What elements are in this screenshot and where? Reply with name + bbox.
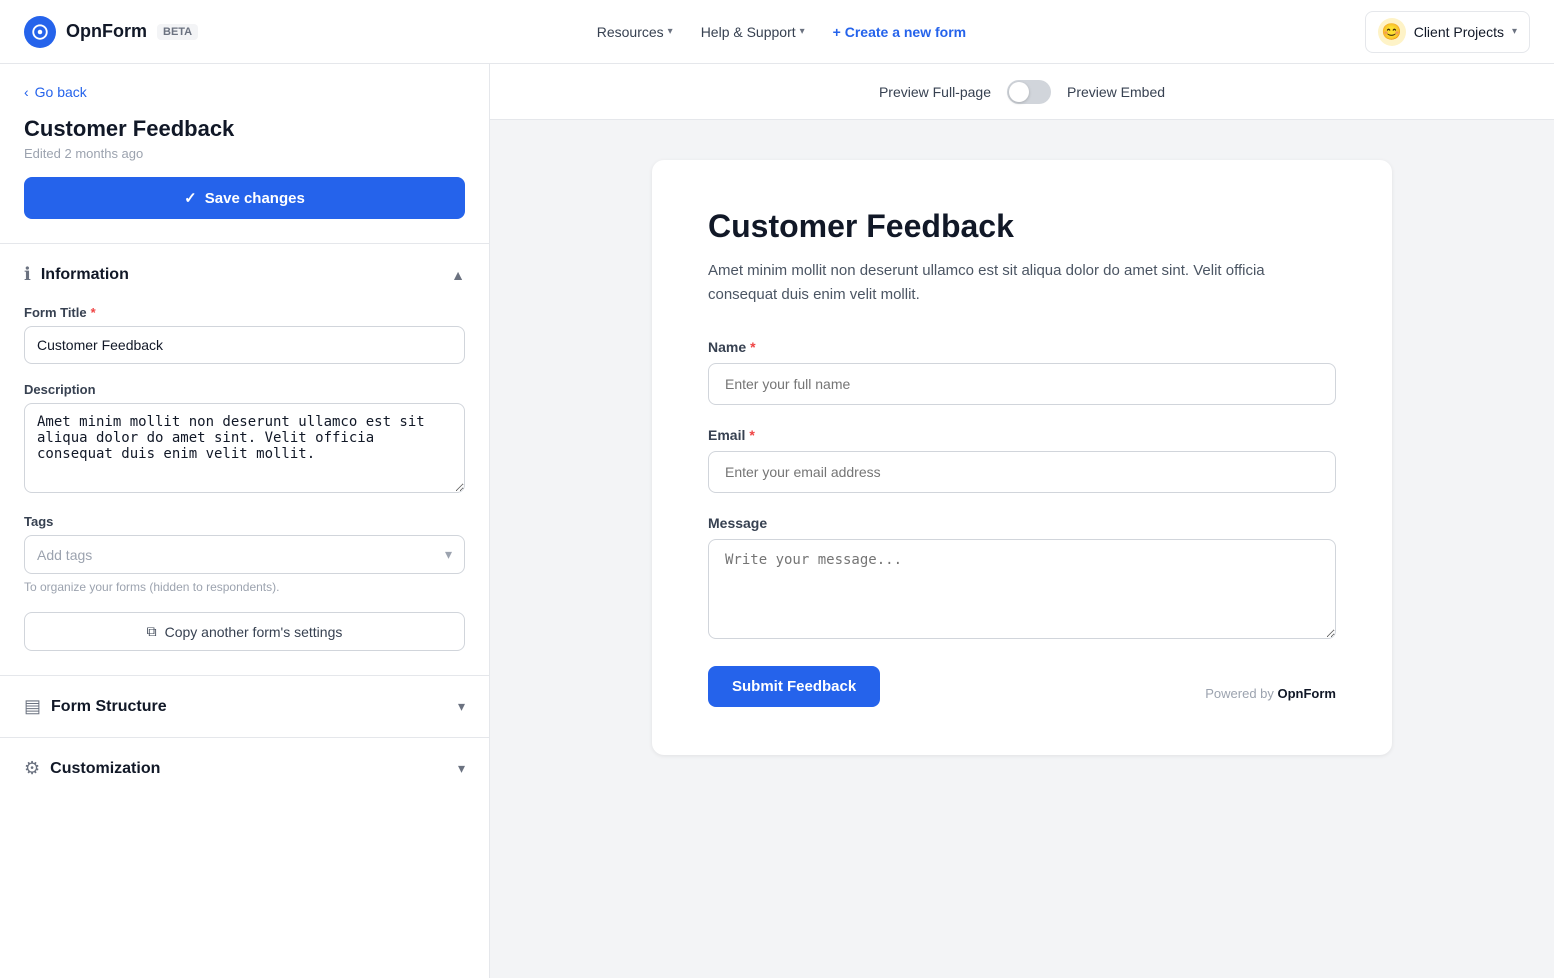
information-section: ℹ Information ▲ Form Title * Description… bbox=[0, 243, 489, 675]
form-card-title: Customer Feedback bbox=[708, 208, 1336, 245]
form-card: Customer Feedback Amet minim mollit non … bbox=[652, 160, 1392, 755]
chevron-down-icon: ▾ bbox=[458, 760, 465, 777]
powered-by: Powered by OpnForm bbox=[1205, 686, 1336, 701]
checkmark-icon: ✓ bbox=[184, 189, 197, 207]
form-title-label: Form Title * bbox=[24, 305, 465, 320]
form-edited-label: Edited 2 months ago bbox=[24, 146, 465, 161]
chevron-down-icon: ▾ bbox=[800, 26, 805, 37]
logo-text: OpnForm bbox=[66, 21, 147, 42]
tags-hint: To organize your forms (hidden to respon… bbox=[24, 580, 465, 594]
preview-full-page-label: Preview Full-page bbox=[879, 84, 991, 100]
name-label: Name * bbox=[708, 339, 1336, 355]
form-card-footer: Submit Feedback Powered by OpnForm bbox=[708, 666, 1336, 707]
sidebar: ‹ Go back Customer Feedback Edited 2 mon… bbox=[0, 64, 490, 978]
chevron-down-icon: ▾ bbox=[668, 26, 673, 37]
tags-field-group: Tags Add tags ▾ To organize your forms (… bbox=[24, 514, 465, 594]
required-star: * bbox=[750, 339, 755, 355]
copy-icon: ⧉ bbox=[147, 623, 157, 640]
name-field-group: Name * bbox=[708, 339, 1336, 405]
workspace-avatar: 😊 bbox=[1378, 18, 1406, 46]
email-input[interactable] bbox=[708, 451, 1336, 493]
customization-accordion-header[interactable]: ⚙ Customization ▾ bbox=[0, 738, 489, 799]
information-accordion-header[interactable]: ℹ Information ▲ bbox=[0, 244, 489, 305]
nav-resources[interactable]: Resources ▾ bbox=[597, 24, 673, 40]
form-structure-icon: ▤ bbox=[24, 696, 41, 717]
logo-icon bbox=[24, 16, 56, 48]
tags-select[interactable]: Add tags ▾ bbox=[24, 535, 465, 574]
customization-section: ⚙ Customization ▾ bbox=[0, 737, 489, 799]
form-title-input[interactable] bbox=[24, 326, 465, 364]
preview-top-bar: Preview Full-page Preview Embed bbox=[490, 64, 1554, 120]
preview-content: Customer Feedback Amet minim mollit non … bbox=[490, 120, 1554, 795]
submit-feedback-button[interactable]: Submit Feedback bbox=[708, 666, 880, 707]
email-field-group: Email * bbox=[708, 427, 1336, 493]
information-body: Form Title * Description Amet minim moll… bbox=[0, 305, 489, 675]
customization-title: Customization bbox=[50, 760, 160, 778]
preview-panel: Preview Full-page Preview Embed Customer… bbox=[490, 64, 1554, 978]
form-title-field-group: Form Title * bbox=[24, 305, 465, 364]
toggle-thumb bbox=[1009, 82, 1029, 102]
chevron-left-icon: ‹ bbox=[24, 84, 29, 100]
required-star: * bbox=[91, 305, 96, 320]
nav-help-support[interactable]: Help & Support ▾ bbox=[701, 24, 805, 40]
header-right: 😊 Client Projects ▾ bbox=[1365, 11, 1530, 53]
form-structure-accordion-header[interactable]: ▤ Form Structure ▾ bbox=[0, 676, 489, 737]
description-input[interactable]: Amet minim mollit non deserunt ullamco e… bbox=[24, 403, 465, 493]
go-back-button[interactable]: ‹ Go back bbox=[24, 84, 465, 100]
chevron-down-icon: ▾ bbox=[458, 698, 465, 715]
beta-badge: BETA bbox=[157, 24, 198, 40]
sidebar-top: ‹ Go back Customer Feedback Edited 2 mon… bbox=[0, 64, 489, 243]
main-header: OpnForm BETA Resources ▾ Help & Support … bbox=[0, 0, 1554, 64]
form-structure-title: Form Structure bbox=[51, 698, 167, 716]
message-label: Message bbox=[708, 515, 1336, 531]
chevron-down-icon: ▾ bbox=[1512, 26, 1517, 37]
email-label: Email * bbox=[708, 427, 1336, 443]
workspace-name: Client Projects bbox=[1414, 24, 1504, 40]
tags-label: Tags bbox=[24, 514, 465, 529]
main-nav: Resources ▾ Help & Support ▾ + Create a … bbox=[597, 24, 966, 40]
description-field-group: Description Amet minim mollit non deseru… bbox=[24, 382, 465, 496]
form-card-desc: Amet minim mollit non deserunt ullamco e… bbox=[708, 259, 1336, 307]
preview-embed-label: Preview Embed bbox=[1067, 84, 1165, 100]
preview-toggle[interactable] bbox=[1007, 80, 1051, 104]
chevron-up-icon: ▲ bbox=[451, 267, 465, 283]
information-title: Information bbox=[41, 266, 129, 284]
name-input[interactable] bbox=[708, 363, 1336, 405]
copy-settings-button[interactable]: ⧉ Copy another form's settings bbox=[24, 612, 465, 651]
form-title-heading: Customer Feedback bbox=[24, 116, 465, 142]
chevron-down-icon: ▾ bbox=[445, 546, 452, 563]
message-input[interactable] bbox=[708, 539, 1336, 639]
form-structure-section: ▤ Form Structure ▾ bbox=[0, 675, 489, 737]
create-new-form-button[interactable]: + Create a new form bbox=[833, 24, 966, 40]
customization-icon: ⚙ bbox=[24, 758, 40, 779]
save-changes-button[interactable]: ✓ Save changes bbox=[24, 177, 465, 219]
tags-placeholder: Add tags bbox=[37, 547, 92, 563]
description-label: Description bbox=[24, 382, 465, 397]
workspace-selector[interactable]: 😊 Client Projects ▾ bbox=[1365, 11, 1530, 53]
message-field-group: Message bbox=[708, 515, 1336, 642]
info-circle-icon: ℹ bbox=[24, 264, 31, 285]
required-star: * bbox=[749, 427, 754, 443]
logo-area: OpnForm BETA bbox=[24, 16, 198, 48]
main-layout: ‹ Go back Customer Feedback Edited 2 mon… bbox=[0, 64, 1554, 978]
